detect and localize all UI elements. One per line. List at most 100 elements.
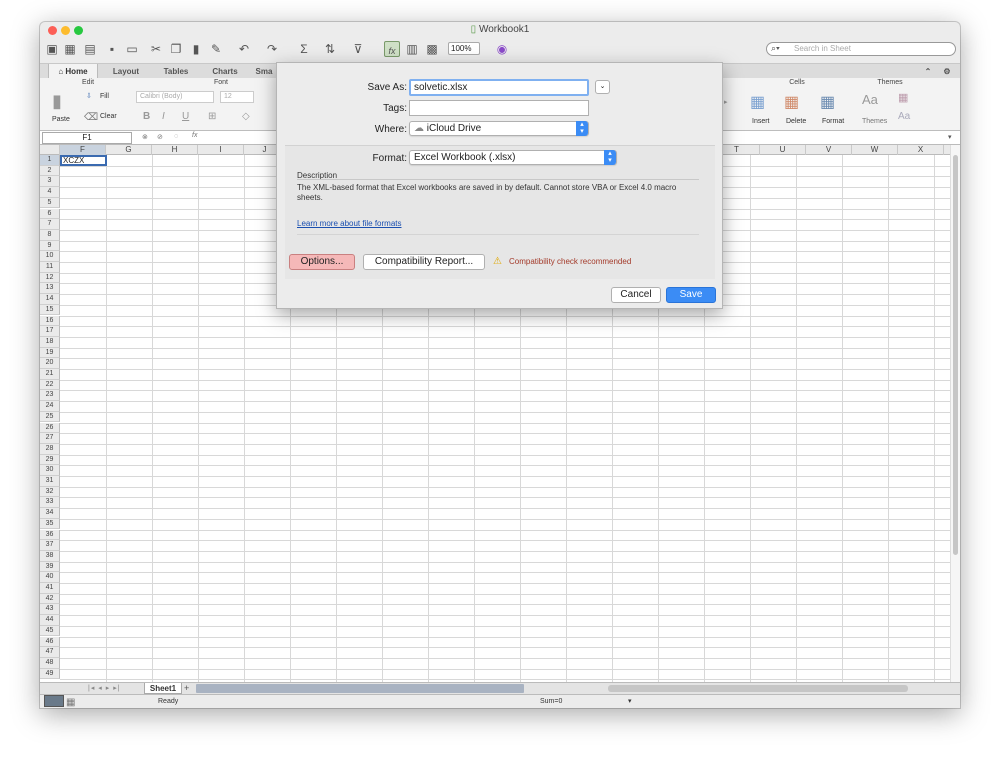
row-header-19[interactable]: 19 [40,347,60,359]
row-header-31[interactable]: 31 [40,476,60,487]
column-header-f[interactable]: F [60,145,106,155]
row-header-44[interactable]: 44 [40,615,60,626]
row-header-46[interactable]: 46 [40,636,60,648]
format-select[interactable]: Excel Workbook (.xlsx) ▴ ▾ [409,150,617,165]
row-header-3[interactable]: 3 [40,176,60,188]
row-header-47[interactable]: 47 [40,647,60,658]
row-header-24[interactable]: 24 [40,401,60,412]
save-button[interactable]: Save [666,287,716,303]
undo-icon[interactable]: ↶ [236,41,252,57]
format-painter-icon[interactable]: ✎ [208,41,224,57]
row-header-12[interactable]: 12 [40,272,60,284]
insert-cells-icon[interactable]: ▦ [750,92,765,112]
theme-colors-icon[interactable]: ▦ [898,91,908,104]
learn-more-link[interactable]: Learn more about file formats [297,219,402,228]
row-header-38[interactable]: 38 [40,550,60,562]
row-header-14[interactable]: 14 [40,294,60,305]
cancel-button[interactable]: Cancel [611,287,661,303]
row-header-27[interactable]: 27 [40,433,60,444]
themes-label[interactable]: Themes [862,118,887,125]
row-header-40[interactable]: 40 [40,572,60,583]
row-header-7[interactable]: 7 [40,219,60,230]
row-header-16[interactable]: 16 [40,315,60,327]
row-header-32[interactable]: 32 [40,486,60,498]
column-header-x[interactable]: X [898,145,944,155]
delete-cells-icon[interactable]: ▦ [784,92,799,112]
row-header-11[interactable]: 11 [40,262,60,273]
horizontal-scroll-thumb[interactable] [608,685,908,692]
show-hide-gallery-icon[interactable]: ▥ [404,41,420,57]
fill-color-icon[interactable]: ◇ [242,111,250,122]
close-window-button[interactable] [48,26,57,35]
row-header-48[interactable]: 48 [40,657,60,669]
copy-icon[interactable]: ❐ [168,41,184,57]
column-header-v[interactable]: V [806,145,852,155]
paste-icon[interactable]: ▮ [188,41,204,57]
row-header-35[interactable]: 35 [40,518,60,530]
row-header-20[interactable]: 20 [40,358,60,369]
collapse-ribbon-icon[interactable]: ⌃ [922,64,934,79]
save-icon[interactable]: ▪ [104,41,120,57]
help-icon[interactable]: ◉ [494,41,510,57]
search-in-sheet-field[interactable]: ⌕▾ Search in Sheet [766,42,956,56]
row-header-30[interactable]: 30 [40,465,60,476]
row-header-45[interactable]: 45 [40,625,60,637]
row-header-34[interactable]: 34 [40,508,60,519]
zoom-window-button[interactable] [74,26,83,35]
row-header-39[interactable]: 39 [40,561,60,573]
row-header-2[interactable]: 2 [40,165,60,177]
row-header-8[interactable]: 8 [40,229,60,241]
select-all-corner[interactable] [40,145,60,155]
fill-button[interactable]: Fill [100,93,109,100]
tab-layout[interactable]: Layout [102,64,150,79]
row-header-9[interactable]: 9 [40,240,60,252]
row-header-10[interactable]: 10 [40,251,60,262]
vertical-scrollbar[interactable] [950,145,960,684]
insert-label[interactable]: Insert [752,118,770,125]
expand-formula-icon[interactable]: ▾ [948,133,952,141]
tab-charts[interactable]: Charts [202,64,248,79]
tab-tables[interactable]: Tables [152,64,200,79]
add-sheet-button[interactable]: + [184,683,189,693]
cell-f1[interactable]: XCZX [60,155,107,166]
formula-builder-icon[interactable]: fx [384,41,400,57]
row-header-18[interactable]: 18 [40,336,60,348]
tab-home[interactable]: ⌂ Home [48,64,98,79]
column-header-w[interactable]: W [852,145,898,155]
format-cells-icon[interactable]: ▦ [820,92,835,112]
row-header-33[interactable]: 33 [40,497,60,509]
confirm-entry-icon[interactable]: ⊘ [157,133,163,141]
borders-icon[interactable]: ⊞ [208,111,216,122]
row-header-37[interactable]: 37 [40,540,60,551]
font-name-select[interactable]: Calibri (Body) [136,91,214,103]
theme-fonts-icon[interactable]: Aa [898,111,910,122]
tab-smartart[interactable]: Sma [250,64,278,79]
sheet-nav-arrows-icon[interactable]: |◂ ◂ ▸ ▸| [88,684,121,692]
row-header-23[interactable]: 23 [40,390,60,402]
filter-icon[interactable]: ⊽ [350,41,366,57]
ribbon-scroll-right-icon[interactable]: ▸ [724,98,728,106]
row-header-26[interactable]: 26 [40,422,60,434]
print-icon[interactable]: ▭ [124,41,140,57]
row-header-41[interactable]: 41 [40,583,60,594]
where-select[interactable]: ☁ iCloud Drive ▴ ▾ [409,121,589,136]
save-as-field[interactable]: solvetic.xlsx [409,79,589,96]
paste-big-icon[interactable]: ▮ [52,91,62,112]
formula-icon[interactable]: ◌ [174,133,178,140]
open-icon[interactable]: ▤ [82,41,98,57]
cancel-entry-icon[interactable]: ⊗ [142,133,148,141]
autosum-icon[interactable]: Σ [296,41,312,57]
expand-dialog-button[interactable]: ⌄ [595,80,610,94]
vertical-scroll-thumb[interactable] [953,155,958,555]
row-header-49[interactable]: 49 [40,668,60,680]
horizontal-scrollbar-left[interactable] [196,684,524,693]
ribbon-settings-icon[interactable]: ⚙ [938,64,956,79]
italic-icon[interactable]: I [162,111,165,122]
minimize-window-button[interactable] [61,26,70,35]
row-header-17[interactable]: 17 [40,326,60,337]
options-button[interactable]: Options... [289,254,355,270]
row-header-25[interactable]: 25 [40,411,60,423]
row-header-29[interactable]: 29 [40,454,60,466]
row-header-43[interactable]: 43 [40,604,60,616]
column-header-i[interactable]: I [198,145,244,155]
